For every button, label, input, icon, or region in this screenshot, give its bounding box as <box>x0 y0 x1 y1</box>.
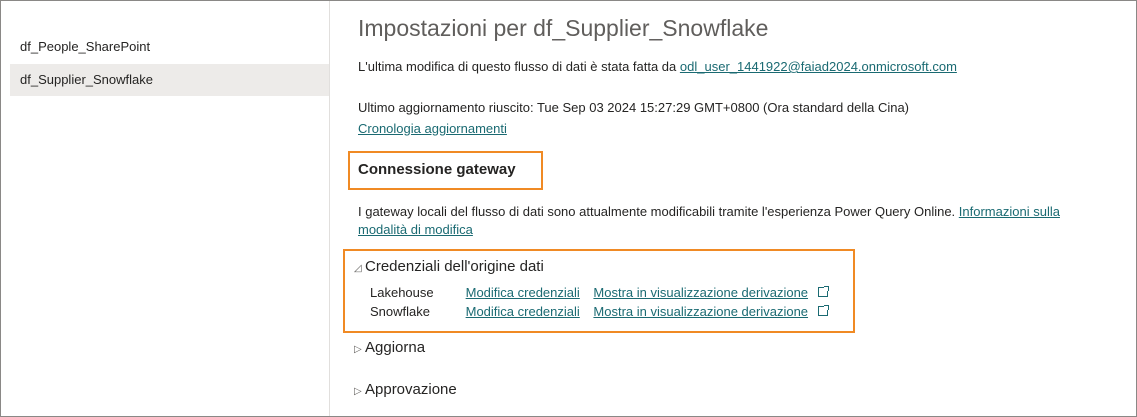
approval-section-label: Approvazione <box>365 381 457 398</box>
sidebar-item-df-supplier-snowflake[interactable]: df_Supplier_Snowflake <box>10 64 329 96</box>
last-modified-text: L'ultima modifica di questo flusso di da… <box>358 59 677 74</box>
sidebar-item-df-people-sharepoint[interactable]: df_People_SharePoint <box>10 31 329 63</box>
last-modified-line: L'ultima modifica di questo flusso di da… <box>358 59 957 74</box>
last-modified-user-link[interactable]: odl_user_1441922@faiad2024.onmicrosoft.c… <box>680 59 957 74</box>
settings-window: df_People_SharePoint df_Supplier_Snowfla… <box>0 0 1137 417</box>
gateway-text: I gateway locali del flusso di dati sono… <box>358 204 956 219</box>
credentials-highlight-box <box>343 249 855 333</box>
gateway-description: I gateway locali del flusso di dati sono… <box>358 203 1118 239</box>
refresh-section-label: Aggiorna <box>365 339 426 356</box>
dataflow-sidebar: df_People_SharePoint df_Supplier_Snowfla… <box>1 1 330 416</box>
collapsed-triangle-icon: ▷ <box>354 386 362 397</box>
gateway-highlight-box <box>348 151 543 190</box>
refresh-history-link[interactable]: Cronologia aggiornamenti <box>358 121 507 136</box>
page-title: Impostazioni per df_Supplier_Snowflake <box>358 15 769 41</box>
edit-mode-info-link[interactable]: Informazioni sulla <box>959 204 1060 219</box>
approval-section-toggle[interactable]: ▷ Approvazione <box>354 381 457 398</box>
refresh-section-toggle[interactable]: ▷ Aggiorna <box>354 339 425 356</box>
last-refresh-text: Ultimo aggiornamento riuscito: Tue Sep 0… <box>358 100 910 115</box>
settings-panel: Impostazioni per df_Supplier_Snowflake L… <box>354 1 1136 416</box>
edit-mode-info-link-cont[interactable]: modalità di modifica <box>358 222 473 237</box>
collapsed-triangle-icon: ▷ <box>354 344 362 355</box>
